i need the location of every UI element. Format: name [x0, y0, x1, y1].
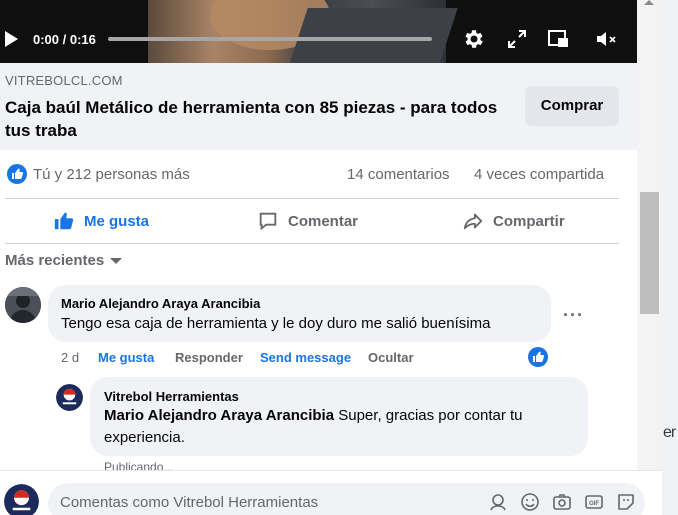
video-controls: 0:00 / 0:16: [0, 22, 637, 58]
comment-like-link[interactable]: Me gusta: [98, 350, 154, 365]
caret-down-icon: [110, 257, 123, 264]
comment-text: Tengo esa caja de herramienta y le doy d…: [61, 315, 491, 332]
vitrebol-logo-icon: [4, 484, 39, 515]
share-button[interactable]: Compartir: [462, 202, 565, 240]
hide-comment-link[interactable]: Ocultar: [368, 350, 414, 365]
emoji-icon[interactable]: [520, 492, 540, 512]
divider: [5, 198, 619, 199]
scroll-up-arrow-icon[interactable]: [644, 0, 654, 5]
share-button-label: Compartir: [493, 212, 565, 230]
fullscreen-icon[interactable]: [504, 27, 530, 51]
svg-text:GIF: GIF: [589, 501, 599, 507]
vitrebol-logo-icon: [56, 384, 83, 411]
like-reaction-icon[interactable]: [7, 164, 27, 184]
send-message-link[interactable]: Send message: [260, 350, 351, 365]
play-icon[interactable]: [5, 31, 18, 47]
link-domain: VITREBOLCL.COM: [5, 73, 123, 88]
camera-icon[interactable]: [552, 492, 572, 512]
gif-icon[interactable]: GIF: [584, 492, 604, 512]
comment-sort-dropdown[interactable]: Más recientes: [5, 252, 123, 269]
comment-time[interactable]: 2 d: [61, 350, 79, 365]
divider: [5, 243, 619, 244]
comment-button[interactable]: Comentar: [257, 202, 358, 240]
reply-text-line2: experiencia.: [104, 429, 185, 446]
avatar-sticker-icon[interactable]: [488, 492, 508, 512]
more-options-icon[interactable]: ···: [563, 305, 584, 326]
reply-author[interactable]: Vitrebol Herramientas: [104, 389, 239, 404]
composer-avatar[interactable]: [4, 484, 39, 515]
comment-like-badge-icon: [528, 347, 548, 367]
link-preview[interactable]: VITREBOLCL.COM Caja baúl Metálico de her…: [0, 63, 637, 150]
mute-icon[interactable]: [593, 27, 619, 51]
video-progress-bar[interactable]: [108, 37, 432, 41]
comment-reply-link[interactable]: Responder: [175, 350, 243, 365]
comments-count[interactable]: 14 comentarios: [347, 166, 450, 183]
page-avatar[interactable]: [56, 384, 83, 411]
thumbs-up-icon: [54, 212, 74, 230]
miniplayer-icon[interactable]: [545, 27, 571, 51]
comment-input-placeholder: Comentas como Vitrebol Herramientas: [60, 494, 319, 511]
reactions-summary[interactable]: Tú y 212 personas más: [33, 166, 190, 183]
share-icon: [463, 213, 483, 230]
sticker-icon[interactable]: [616, 492, 636, 512]
scrollbar-thumb[interactable]: [640, 192, 659, 314]
comment-author[interactable]: Mario Alejandro Araya Arancibia: [61, 296, 260, 311]
buy-button[interactable]: Comprar: [525, 86, 619, 126]
like-button[interactable]: Me gusta: [53, 202, 149, 240]
video-player[interactable]: 0:00 / 0:16: [0, 0, 637, 63]
comment-icon: [259, 212, 277, 231]
video-time: 0:00 / 0:16: [33, 32, 96, 47]
shares-count[interactable]: 4 veces compartida: [474, 166, 604, 183]
avatar[interactable]: [5, 287, 41, 323]
sort-label: Más recientes: [5, 252, 105, 269]
settings-gear-icon[interactable]: [461, 27, 487, 51]
reply-mention[interactable]: Mario Alejandro Araya Arancibia: [104, 407, 334, 424]
like-button-label: Me gusta: [84, 212, 150, 230]
reply-text-line1: Super, gracias por contar tu: [334, 407, 523, 424]
comment-button-label: Comentar: [288, 212, 359, 230]
side-panel-text: er: [663, 424, 676, 441]
side-panel-edge: er: [662, 0, 678, 515]
reply-text: Mario Alejandro Araya Arancibia Super, g…: [104, 405, 574, 449]
link-title[interactable]: Caja baúl Metálico de herramienta con 85…: [5, 96, 505, 142]
